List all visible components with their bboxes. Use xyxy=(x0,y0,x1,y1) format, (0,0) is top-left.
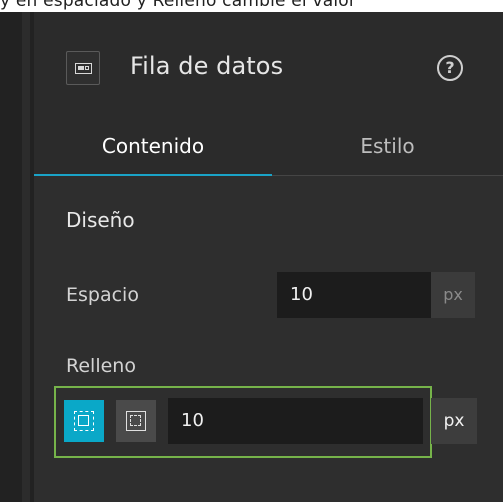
left-rail xyxy=(0,12,35,502)
relleno-label: Relleno xyxy=(66,355,136,377)
tab-bar: Contenido Estilo xyxy=(34,117,503,177)
data-row-icon xyxy=(66,51,100,85)
question-circle-icon[interactable]: ? xyxy=(437,55,463,81)
left-rail-divider xyxy=(22,12,30,502)
data-row-icon-glyph xyxy=(75,63,92,74)
padding-individual-icon-inner xyxy=(130,415,141,426)
relleno-input[interactable]: 10 xyxy=(168,398,423,444)
screenshot-stage: y en espaciado y Relleno cambie el valor… xyxy=(0,0,503,502)
section-title-diseno: Diseño xyxy=(66,208,135,232)
espacio-input[interactable]: 10 xyxy=(277,272,431,318)
padding-uniform-button[interactable] xyxy=(64,400,104,442)
padding-individual-button[interactable] xyxy=(116,400,156,442)
tab-estilo[interactable]: Estilo xyxy=(272,117,503,175)
padding-uniform-icon-inner xyxy=(78,415,89,426)
padding-individual-icon xyxy=(126,411,146,431)
espacio-label: Espacio xyxy=(66,284,139,306)
relleno-unit: px xyxy=(431,398,477,444)
padding-uniform-icon xyxy=(74,411,94,431)
panel-header: Fila de datos ? xyxy=(34,12,503,117)
settings-panel: Fila de datos ? Contenido Estilo Diseño … xyxy=(34,12,503,502)
espacio-unit: px xyxy=(431,272,475,318)
tab-contenido[interactable]: Contenido xyxy=(34,117,272,175)
panel-title: Fila de datos xyxy=(130,52,284,80)
